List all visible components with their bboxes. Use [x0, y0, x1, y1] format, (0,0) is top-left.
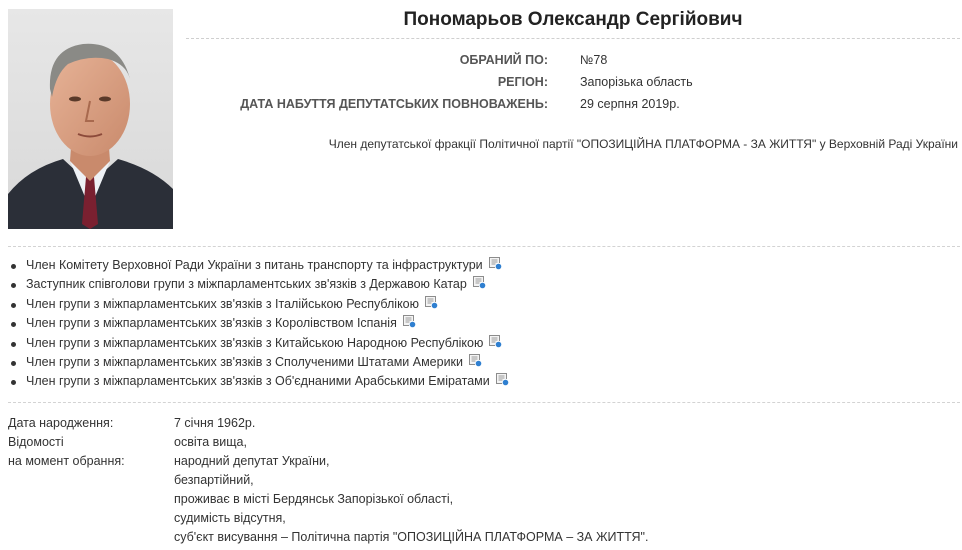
header-divider [186, 38, 960, 39]
bullet-dot [11, 302, 16, 308]
faction-membership: Член депутатської фракції Політичної пар… [328, 137, 958, 151]
birth-date-label: Дата народження: [8, 416, 114, 430]
role-item: Член групи з міжпарламентських зв'язків … [8, 372, 908, 391]
bullet-dot [11, 360, 16, 366]
document-link-icon[interactable] [488, 257, 502, 271]
elected-by-value: №78 [580, 53, 608, 67]
bullet-dot [11, 283, 16, 289]
role-item: Член групи з міжпарламентських зв'язків … [8, 295, 908, 314]
role-link[interactable]: Член групи з міжпарламентських зв'язків … [26, 336, 483, 350]
info-line: судимість відсутня, [174, 511, 286, 525]
info-line: суб'єкт висування – Політична партія "ОП… [174, 530, 649, 544]
birth-date-value: 7 січня 1962р. [174, 416, 256, 430]
role-link[interactable]: Заступник співголови групи з міжпарламен… [26, 277, 467, 291]
mandate-date-label: ДАТА НАБУТТЯ ДЕПУТАТСЬКИХ ПОВНОВАЖЕНЬ: [240, 97, 548, 111]
info-label-cont: на момент обрання: [8, 454, 125, 468]
mandate-date-row: ДАТА НАБУТТЯ ДЕПУТАТСЬКИХ ПОВНОВАЖЕНЬ: 2… [186, 94, 960, 114]
role-link[interactable]: Член групи з міжпарламентських зв'язків … [26, 297, 419, 311]
role-item: Член Комітету Верховної Ради України з п… [8, 256, 908, 275]
section-divider [8, 246, 960, 247]
document-link-icon[interactable] [425, 295, 439, 309]
document-link-icon[interactable] [402, 315, 416, 329]
bullet-dot [11, 341, 16, 347]
elected-by-label: ОБРАНИЙ ПО: [459, 53, 548, 67]
region-label: РЕГІОН: [497, 75, 548, 89]
roles-list: Член Комітету Верховної Ради України з п… [8, 256, 908, 392]
role-link[interactable]: Член групи з міжпарламентських зв'язків … [26, 355, 463, 369]
role-link[interactable]: Член групи з міжпарламентських зв'язків … [26, 316, 397, 330]
role-item: Заступник співголови групи з міжпарламен… [8, 275, 908, 294]
role-item: Член групи з міжпарламентських зв'язків … [8, 314, 908, 333]
elected-by-row: ОБРАНИЙ ПО: №78 [186, 50, 960, 70]
mandate-date-value: 29 серпня 2019р. [580, 97, 680, 111]
info-line: народний депутат України, [174, 454, 330, 468]
region-value: Запорізька область [580, 75, 693, 89]
document-link-icon[interactable] [472, 276, 486, 290]
role-link[interactable]: Член групи з міжпарламентських зв'язків … [26, 374, 490, 388]
region-row: РЕГІОН: Запорізька область [186, 72, 960, 92]
document-link-icon[interactable] [489, 334, 503, 348]
bullet-dot [11, 264, 16, 269]
bullet-dot [11, 322, 16, 328]
info-label: Відомості [8, 435, 64, 449]
info-line: освіта вища, [174, 435, 247, 449]
role-item: Член групи з міжпарламентських зв'язків … [8, 334, 908, 353]
deputy-photo [8, 9, 173, 229]
info-line: проживає в місті Бердянськ Запорізької о… [174, 492, 454, 506]
info-line: безпартійний, [174, 473, 254, 487]
section-divider [8, 402, 960, 403]
deputy-name: Пономарьов Олександр Сергійович [403, 9, 743, 30]
role-link[interactable]: Член Комітету Верховної Ради України з п… [26, 258, 483, 272]
document-link-icon[interactable] [495, 373, 509, 387]
role-item: Член групи з міжпарламентських зв'язків … [8, 353, 908, 372]
document-link-icon[interactable] [469, 353, 483, 368]
bullet-dot [11, 380, 16, 386]
